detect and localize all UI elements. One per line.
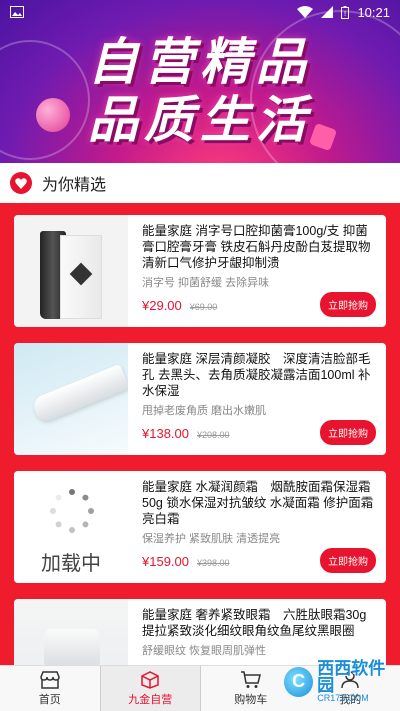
nav-home[interactable]: 首页 [0, 666, 100, 711]
promo-banner[interactable]: 自营精品 品质生活 [0, 0, 400, 163]
product-price: ¥29.00 [142, 298, 182, 313]
product-tags: 保湿养护 紧致肌肤 清透提亮 [142, 533, 281, 545]
nav-label: 九金自营 [128, 693, 173, 706]
product-name[interactable]: 能量家庭 水凝润颜霜 烟酰胺面霜保湿霜50g 锁水保湿对抗皱纹 水凝面霜 修护面… [142, 479, 376, 527]
signal-icon [321, 6, 334, 18]
box-icon [141, 670, 159, 689]
product-name[interactable]: 能量家庭 消字号口腔抑菌膏100g/支 抑菌膏口腔膏牙膏 铁皮石斛丹皮酚白芨提取… [142, 223, 376, 271]
product-tags: 甩掉老废角质 磨出水嫩肌 [142, 405, 267, 417]
banner-title-line2: 品质生活 [88, 92, 312, 148]
product-card[interactable]: 能量家庭 深层清颜凝胶 深度清洁脸部毛孔 去黑头、去角质凝胶凝露洁面100ml … [14, 343, 386, 455]
eye-cream-jar [44, 629, 100, 665]
product-image[interactable] [14, 599, 128, 665]
loading-spinner-icon [50, 489, 94, 533]
buy-now-button[interactable]: 立即抢购 [320, 420, 376, 445]
status-bar: ! 10:21 [0, 0, 400, 24]
section-title: 为你精选 [42, 177, 107, 194]
product-old-price: ¥398.00 [197, 558, 230, 568]
toothpaste-box [60, 235, 102, 319]
nav-self-operated[interactable]: 九金自营 [99, 666, 201, 711]
product-old-price: ¥69.00 [189, 302, 218, 312]
product-image[interactable] [14, 343, 128, 455]
product-price: ¥138.00 [142, 426, 189, 441]
image-notification-icon [10, 6, 24, 18]
product-tags: 舒缓眼纹 恢复眼周肌弹性 [142, 645, 267, 657]
watermark-text: 西西软件园 [317, 659, 386, 695]
buy-now-button[interactable]: 立即抢购 [320, 292, 376, 317]
site-watermark: C 西西软件园 CR173.COM [284, 660, 400, 703]
watermark-url: CR173.COM [317, 693, 369, 703]
product-tags: 消字号 抑菌舒缓 去除异味 [142, 277, 270, 289]
gel-tube [30, 363, 128, 425]
product-name[interactable]: 能量家庭 奢养紧致眼霜 六胜肽眼霜30g 提拉紧致淡化细纹眼角纹鱼尾纹黑眼圈 [142, 607, 376, 639]
box-logo [69, 262, 93, 286]
cart-icon [240, 670, 261, 688]
svg-text:!: ! [344, 10, 347, 18]
product-name[interactable]: 能量家庭 深层清颜凝胶 深度清洁脸部毛孔 去黑头、去角质凝胶凝露洁面100ml … [142, 351, 376, 399]
product-list[interactable]: 能量家庭 消字号口腔抑菌膏100g/支 抑菌膏口腔膏牙膏 铁皮石斛丹皮酚白芨提取… [0, 203, 400, 665]
heart-icon [10, 172, 32, 194]
battery-icon: ! [341, 5, 350, 19]
watermark-logo-icon: C [284, 666, 314, 697]
product-old-price: ¥208.00 [197, 430, 230, 440]
product-image[interactable] [14, 215, 128, 327]
loading-text: 加载中 [41, 553, 101, 575]
nav-label: 购物车 [234, 693, 268, 706]
product-card[interactable]: 加载中 能量家庭 水凝润颜霜 烟酰胺面霜保湿霜50g 锁水保湿对抗皱纹 水凝面霜… [14, 471, 386, 583]
product-card[interactable]: 能量家庭 消字号口腔抑菌膏100g/支 抑菌膏口腔膏牙膏 铁皮石斛丹皮酚白芨提取… [14, 215, 386, 327]
clock: 10:21 [357, 4, 390, 20]
section-header: 为你精选 [0, 163, 400, 203]
store-icon [39, 670, 60, 689]
product-price: ¥159.00 [142, 554, 189, 569]
buy-now-button[interactable]: 立即抢购 [320, 548, 376, 573]
wifi-icon [297, 6, 314, 18]
product-card[interactable]: 能量家庭 奢养紧致眼霜 六胜肽眼霜30g 提拉紧致淡化细纹眼角纹鱼尾纹黑眼圈 舒… [14, 599, 386, 665]
nav-label: 首页 [38, 693, 61, 706]
product-image-loading[interactable]: 加载中 [14, 471, 128, 583]
